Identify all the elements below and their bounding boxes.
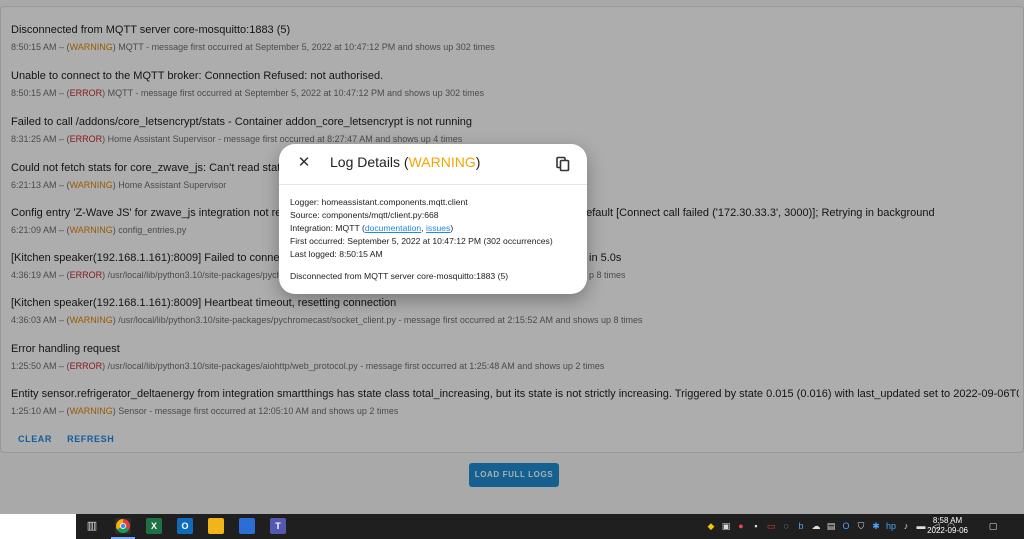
last-logged-line: Last logged: 8:50:15 AM (290, 249, 383, 259)
security-tray-icon[interactable]: ◆ (706, 520, 716, 532)
clock-date: 2022-09-06 (927, 526, 968, 535)
bluetooth-tray-icon[interactable]: ✱ (871, 520, 881, 532)
taskbar: ▥ X O T ◆ ▣ ● ▪ ▭ ◌ b ☁ ▤ O ⛉ ✱ hp ♪ ▬ ◁… (0, 514, 1024, 539)
app-tray-icon[interactable]: ▪ (751, 520, 761, 532)
chrome-icon[interactable] (115, 518, 131, 534)
record-tray-icon[interactable]: ▭ (766, 520, 776, 532)
cloud-tray-icon[interactable]: ☁ (811, 520, 821, 532)
taskbar-clock[interactable]: 8:58 AM 2022-09-06 (927, 516, 968, 536)
power-automate-icon[interactable] (239, 518, 255, 534)
taskbar-search-area[interactable] (0, 514, 76, 539)
close-icon[interactable]: ✕ (296, 155, 312, 171)
microphone-tray-icon[interactable]: ♪ (901, 520, 911, 532)
bing-tray-icon[interactable]: b (796, 520, 806, 532)
documentation-link[interactable]: documentation (365, 223, 421, 233)
logger-line: Logger: homeassistant.components.mqtt.cl… (290, 197, 468, 207)
excel-icon[interactable]: X (146, 518, 162, 534)
notifications-icon[interactable]: ▢ (988, 520, 998, 532)
dialog-title: Log Details (WARNING) (330, 154, 481, 170)
task-view-icon[interactable]: ▥ (84, 518, 100, 534)
network-tray-icon[interactable]: ▣ (721, 520, 731, 532)
shield-tray-icon[interactable]: ⛉ (856, 520, 866, 532)
outlook-tray-icon[interactable]: O (841, 520, 851, 532)
dialog-body: Logger: homeassistant.components.mqtt.cl… (290, 196, 579, 283)
issues-link[interactable]: issues (426, 223, 450, 233)
integration-line: Integration: MQTT (documentation, issues… (290, 223, 454, 233)
teams-icon[interactable]: T (270, 518, 286, 534)
chrome-icon-svg (116, 519, 130, 533)
file-explorer-icon[interactable] (208, 518, 224, 534)
copy-icon[interactable] (555, 156, 571, 172)
chrome-tray-icon[interactable]: ● (736, 520, 746, 532)
hp-tray-icon[interactable]: hp (886, 520, 896, 532)
copy-icon-svg (556, 156, 570, 172)
log-details-dialog: ✕ Log Details (WARNING) Logger: homeassi… (279, 144, 587, 294)
battery-tray-icon[interactable]: ▬ (916, 520, 926, 532)
sync-tray-icon[interactable]: ◌ (781, 520, 791, 532)
display-tray-icon[interactable]: ▤ (826, 520, 836, 532)
source-line: Source: components/mqtt/client.py:668 (290, 210, 439, 220)
dialog-message: Disconnected from MQTT server core-mosqu… (290, 271, 509, 281)
first-occurred-line: First occurred: September 5, 2022 at 10:… (290, 236, 553, 246)
clock-time: 8:58 AM (932, 516, 963, 525)
outlook-icon[interactable]: O (177, 518, 193, 534)
dialog-divider (279, 184, 587, 185)
